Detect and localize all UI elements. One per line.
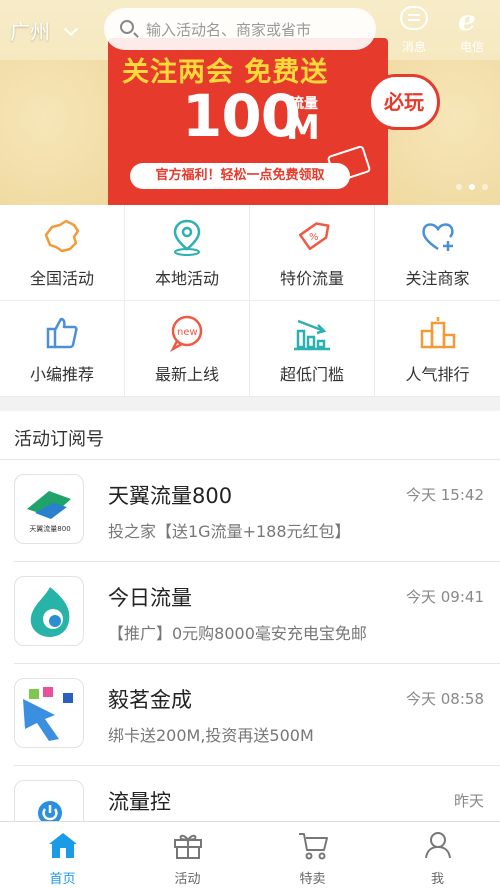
message-icon xyxy=(400,6,428,30)
category-follow-merchant[interactable]: 关注商家 xyxy=(375,205,500,301)
user-icon xyxy=(424,832,451,859)
banner-unit-bottom: M xyxy=(286,108,320,148)
subscription-name: 天翼流量800 xyxy=(108,484,233,508)
tianyi-logo-text: 天翼流量800 xyxy=(29,524,70,533)
subscription-desc: 【推广】0元购8000毫安充电宝免邮 xyxy=(108,624,367,643)
category-label: 全国活动 xyxy=(29,269,94,288)
subscription-item[interactable]: 今日流量 今天 09:41 【推广】0元购8000毫安充电宝免邮 xyxy=(0,562,500,664)
search-icon xyxy=(120,20,134,34)
subscription-time: 今天 08:58 xyxy=(406,690,484,708)
category-grid: 全国活动 本地活动 % 特价流量 关注商家 小编推荐 new 最新上线 超低门槛… xyxy=(0,205,500,397)
telecom-logo-icon: ℯ xyxy=(458,4,476,37)
cart-icon xyxy=(298,833,328,860)
tab-label: 特卖 xyxy=(299,872,326,887)
category-new-arrivals[interactable]: new 最新上线 xyxy=(125,301,250,397)
new-bubble-icon: new xyxy=(170,315,203,353)
city-selector[interactable]: 广州 xyxy=(10,16,50,45)
gift-icon xyxy=(173,834,202,859)
tab-label: 我 xyxy=(430,872,444,887)
svg-text:%: % xyxy=(309,232,319,243)
tab-activity[interactable]: 活动 xyxy=(125,822,250,889)
category-editor-picks[interactable]: 小编推荐 xyxy=(0,301,125,397)
subscription-item[interactable]: 天翼流量800 天翼流量800 今天 15:42 投之家【送1G流量+188元红… xyxy=(0,460,500,562)
bottom-tab-bar: 首页 活动 特卖 我 xyxy=(0,821,500,889)
subscription-section: 活动订阅号 天翼流量800 天翼流量800 今天 15:42 投之家【送1G流量… xyxy=(0,411,500,850)
messages-label: 消息 xyxy=(401,40,426,54)
tab-sale[interactable]: 特卖 xyxy=(250,822,375,889)
category-popularity-ranking[interactable]: 人气排行 xyxy=(375,301,500,397)
heart-plus-icon xyxy=(421,223,454,251)
category-label: 关注商家 xyxy=(405,269,470,288)
location-pin-icon xyxy=(173,219,201,256)
price-tag-icon: % xyxy=(298,222,330,251)
category-national[interactable]: 全国活动 xyxy=(0,205,125,301)
jinri-logo xyxy=(14,576,84,646)
subscription-desc: 投之家【送1G流量+188元红包】 xyxy=(108,522,351,541)
section-title: 活动订阅号 xyxy=(14,429,104,450)
category-label: 小编推荐 xyxy=(29,365,94,384)
category-local[interactable]: 本地活动 xyxy=(125,205,250,301)
banner-big-number: 100 xyxy=(182,82,301,150)
tianyi-logo: 天翼流量800 xyxy=(14,474,84,544)
pagination-dot[interactable] xyxy=(482,184,488,190)
telecom-label: 电信 xyxy=(459,40,484,54)
subscription-item[interactable]: 毅茗金成 今天 08:58 绑卡送200M,投资再送500M xyxy=(0,664,500,766)
tab-home[interactable]: 首页 xyxy=(0,822,125,889)
thumbs-up-icon xyxy=(46,317,78,349)
subscription-time: 今天 09:41 xyxy=(406,588,484,606)
tab-label: 活动 xyxy=(174,872,201,887)
subscription-name: 流量控 xyxy=(108,790,171,814)
subscription-name: 毅茗金成 xyxy=(108,688,192,712)
subscription-desc: 绑卡送200M,投资再送500M xyxy=(108,726,314,745)
category-label: 本地活动 xyxy=(154,269,219,288)
banner-pagination xyxy=(456,184,488,190)
search-input[interactable]: 输入活动名、商家或省市 xyxy=(104,8,376,50)
ranking-podium-icon xyxy=(420,317,455,349)
banner-decoration-left xyxy=(0,60,110,205)
category-label: 特价流量 xyxy=(279,269,344,288)
subscription-name: 今日流量 xyxy=(108,586,192,610)
subscription-time: 昨天 xyxy=(453,792,484,810)
messages-button[interactable]: 消息 xyxy=(394,4,434,54)
subscription-time: 今天 15:42 xyxy=(406,486,484,504)
bar-chart-down-icon xyxy=(294,319,330,351)
search-placeholder: 输入活动名、商家或省市 xyxy=(146,21,312,39)
telecom-button[interactable]: ℯ 电信 xyxy=(452,4,492,54)
china-map-icon xyxy=(44,219,80,253)
tab-me[interactable]: 我 xyxy=(375,822,500,889)
yiming-logo xyxy=(14,678,84,748)
app-screen: 关注两会 免费送 100 流量 M 必玩 官方福利！轻松一点免费领取 广州 输入… xyxy=(0,0,500,889)
category-low-threshold[interactable]: 超低门槛 xyxy=(250,301,375,397)
banner-badge: 必玩 xyxy=(368,74,440,130)
home-icon xyxy=(48,833,77,858)
category-label: 人气排行 xyxy=(405,365,470,384)
category-label: 最新上线 xyxy=(154,365,219,384)
svg-text:new: new xyxy=(177,327,198,338)
pagination-dot-active[interactable] xyxy=(469,184,475,190)
banner-subtitle: 官方福利！轻松一点免费领取 xyxy=(130,163,350,189)
pagination-dot[interactable] xyxy=(456,184,462,190)
category-label: 超低门槛 xyxy=(279,365,344,384)
tab-label: 首页 xyxy=(49,872,76,887)
category-discount-data[interactable]: % 特价流量 xyxy=(250,205,375,301)
